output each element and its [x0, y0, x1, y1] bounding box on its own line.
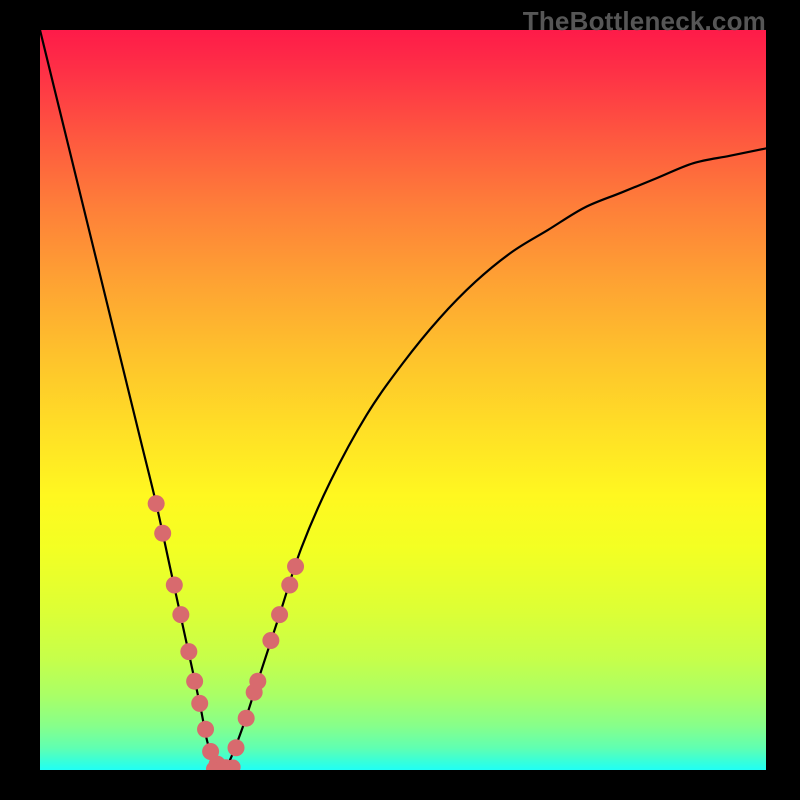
data-point-dot [197, 721, 214, 738]
chart-frame: TheBottleneck.com [0, 0, 800, 800]
curve-path-group [40, 30, 766, 770]
curve-svg [40, 30, 766, 770]
data-point-dot [186, 673, 203, 690]
data-point-dot [281, 577, 298, 594]
data-point-dot [262, 632, 279, 649]
data-point-dot [172, 606, 189, 623]
data-point-dot [166, 577, 183, 594]
bottleneck-curve [40, 30, 766, 770]
plot-area [40, 30, 766, 770]
data-point-dot [249, 673, 266, 690]
watermark-text: TheBottleneck.com [523, 6, 766, 37]
data-point-dot [271, 606, 288, 623]
data-point-dot [238, 710, 255, 727]
data-point-dot [287, 558, 304, 575]
data-point-dot [191, 695, 208, 712]
data-point-dot [228, 739, 245, 756]
data-point-dot [154, 525, 171, 542]
data-point-dot [148, 495, 165, 512]
dots-left-branch [148, 495, 235, 770]
data-point-dot [180, 643, 197, 660]
